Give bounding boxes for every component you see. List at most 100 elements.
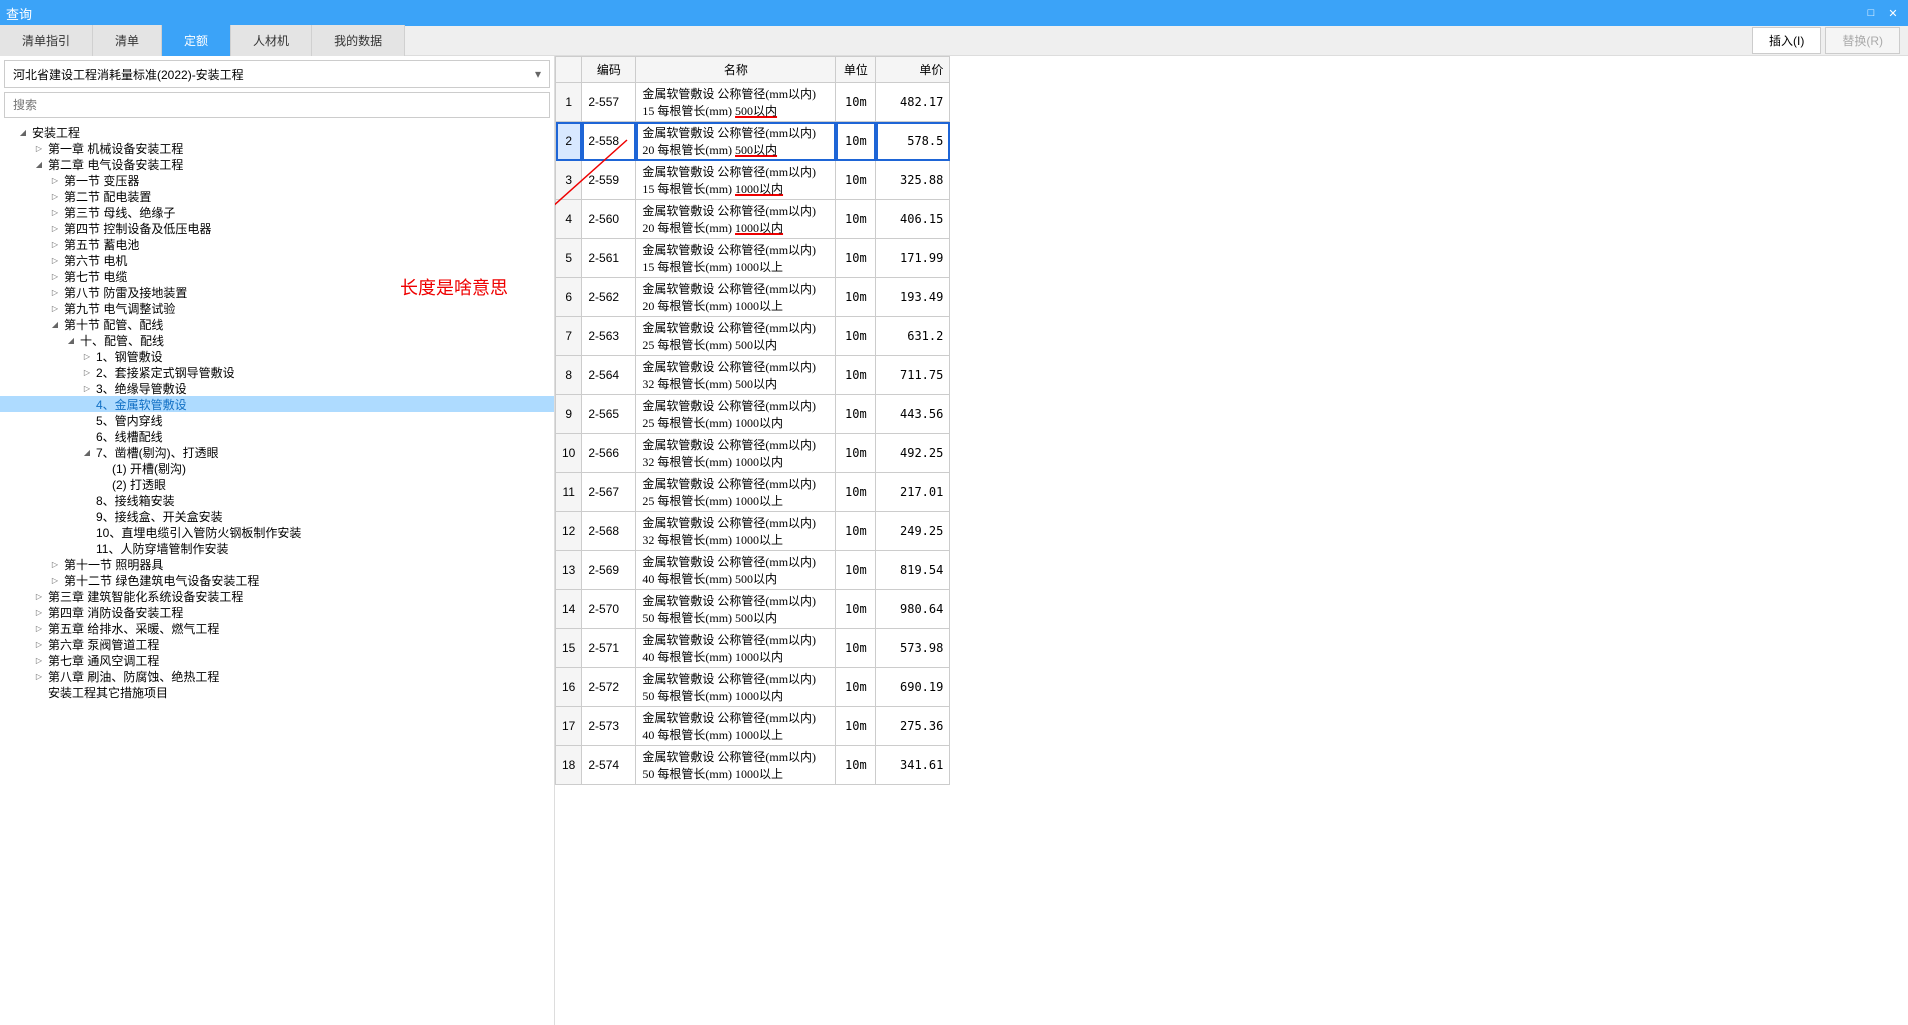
tree-item[interactable]: ▷第四节 控制设备及低压电器 xyxy=(0,220,554,236)
expand-icon[interactable]: ▷ xyxy=(50,287,60,297)
tree-item[interactable]: ▷第三章 建筑智能化系统设备安装工程 xyxy=(0,588,554,604)
expand-icon[interactable]: ▷ xyxy=(82,383,92,393)
tree-item[interactable]: ▷第三节 母线、绝缘子 xyxy=(0,204,554,220)
tree-item[interactable]: ◢第十节 配管、配线 xyxy=(0,316,554,332)
tab-我的数据[interactable]: 我的数据 xyxy=(312,25,405,56)
table-row[interactable]: 172-573金属软管敷设 公称管径(mm以内) 40 每根管长(mm) 100… xyxy=(556,707,950,746)
tree-item[interactable]: ▷第二节 配电装置 xyxy=(0,188,554,204)
table-row[interactable]: 102-566金属软管敷设 公称管径(mm以内) 32 每根管长(mm) 100… xyxy=(556,434,950,473)
collapse-icon[interactable]: ◢ xyxy=(18,127,28,137)
header-code[interactable]: 编码 xyxy=(582,57,636,83)
table-row[interactable]: 182-574金属软管敷设 公称管径(mm以内) 50 每根管长(mm) 100… xyxy=(556,746,950,785)
expand-icon[interactable]: ▷ xyxy=(50,175,60,185)
expand-icon[interactable]: ▷ xyxy=(50,575,60,585)
tree-item[interactable]: ◢第二章 电气设备安装工程 xyxy=(0,156,554,172)
insert-button[interactable]: 插入(I) xyxy=(1752,27,1821,54)
tab-清单指引[interactable]: 清单指引 xyxy=(0,25,93,56)
tree-item[interactable]: ▷3、绝缘导管敷设 xyxy=(0,380,554,396)
table-row[interactable]: 122-568金属软管敷设 公称管径(mm以内) 32 每根管长(mm) 100… xyxy=(556,512,950,551)
table-row[interactable]: 22-558金属软管敷设 公称管径(mm以内) 20 每根管长(mm) 500以… xyxy=(556,122,950,161)
header-price[interactable]: 单价 xyxy=(876,57,950,83)
tree-item[interactable]: ▷第五章 给排水、采暖、燃气工程 xyxy=(0,620,554,636)
expand-icon[interactable]: ▷ xyxy=(50,191,60,201)
expand-icon[interactable]: ▷ xyxy=(34,639,44,649)
collapse-icon[interactable]: ◢ xyxy=(82,447,92,457)
tree-item[interactable]: ▷第九节 电气调整试验 xyxy=(0,300,554,316)
expand-icon[interactable]: ▷ xyxy=(34,623,44,633)
tree-item[interactable]: ▷第六节 电机 xyxy=(0,252,554,268)
maximize-icon[interactable]: □ xyxy=(1862,4,1880,22)
expand-icon[interactable]: ▷ xyxy=(82,367,92,377)
expand-icon[interactable]: ▷ xyxy=(34,671,44,681)
tree-item[interactable]: ▷第八章 刷油、防腐蚀、绝热工程 xyxy=(0,668,554,684)
tree-item[interactable]: 8、接线箱安装 xyxy=(0,492,554,508)
expand-icon[interactable]: ▷ xyxy=(34,591,44,601)
tree-item[interactable]: ▷第十一节 照明器具 xyxy=(0,556,554,572)
collapse-icon[interactable]: ◢ xyxy=(34,159,44,169)
tree-item[interactable]: ▷第一章 机械设备安装工程 xyxy=(0,140,554,156)
table-row[interactable]: 92-565金属软管敷设 公称管径(mm以内) 25 每根管长(mm) 1000… xyxy=(556,395,950,434)
tree-item[interactable]: ▷第六章 泵阀管道工程 xyxy=(0,636,554,652)
tab-清单[interactable]: 清单 xyxy=(93,25,162,56)
tree-item[interactable]: ▷第五节 蓄电池 xyxy=(0,236,554,252)
table-row[interactable]: 152-571金属软管敷设 公称管径(mm以内) 40 每根管长(mm) 100… xyxy=(556,629,950,668)
expand-icon[interactable]: ▷ xyxy=(50,239,60,249)
standard-dropdown[interactable]: 河北省建设工程消耗量标准(2022)-安装工程 xyxy=(4,60,550,88)
header-unit[interactable]: 单位 xyxy=(836,57,876,83)
cell-index: 11 xyxy=(556,473,582,512)
table-row[interactable]: 112-567金属软管敷设 公称管径(mm以内) 25 每根管长(mm) 100… xyxy=(556,473,950,512)
tree-item[interactable]: (1) 开槽(剔沟) xyxy=(0,460,554,476)
expand-icon[interactable]: ▷ xyxy=(50,271,60,281)
table-row[interactable]: 72-563金属软管敷设 公称管径(mm以内) 25 每根管长(mm) 500以… xyxy=(556,317,950,356)
cell-price: 171.99 xyxy=(876,239,950,278)
table-row[interactable]: 52-561金属软管敷设 公称管径(mm以内) 15 每根管长(mm) 1000… xyxy=(556,239,950,278)
cell-price: 980.64 xyxy=(876,590,950,629)
tree-item[interactable]: ▷第八节 防雷及接地装置 xyxy=(0,284,554,300)
table-row[interactable]: 82-564金属软管敷设 公称管径(mm以内) 32 每根管长(mm) 500以… xyxy=(556,356,950,395)
tree-item[interactable]: ▷第七节 电缆 xyxy=(0,268,554,284)
header-name[interactable]: 名称 xyxy=(636,57,836,83)
tree-item[interactable]: ◢安装工程 xyxy=(0,124,554,140)
expand-icon[interactable]: ▷ xyxy=(50,255,60,265)
close-icon[interactable]: ✕ xyxy=(1884,4,1902,22)
expand-icon[interactable]: ▷ xyxy=(34,143,44,153)
expand-icon[interactable]: ▷ xyxy=(34,607,44,617)
tree-item[interactable]: (2) 打透眼 xyxy=(0,476,554,492)
tree-item[interactable]: 安装工程其它措施项目 xyxy=(0,684,554,700)
tree-item[interactable]: ▷第四章 消防设备安装工程 xyxy=(0,604,554,620)
expand-icon[interactable]: ▷ xyxy=(50,207,60,217)
tree-item[interactable]: ◢十、配管、配线 xyxy=(0,332,554,348)
expand-icon[interactable]: ▷ xyxy=(34,655,44,665)
collapse-icon[interactable]: ◢ xyxy=(66,335,76,345)
expand-icon[interactable]: ▷ xyxy=(82,351,92,361)
table-row[interactable]: 32-559金属软管敷设 公称管径(mm以内) 15 每根管长(mm) 1000… xyxy=(556,161,950,200)
table-row[interactable]: 42-560金属软管敷设 公称管径(mm以内) 20 每根管长(mm) 1000… xyxy=(556,200,950,239)
tree-item[interactable]: 5、管内穿线 xyxy=(0,412,554,428)
collapse-icon[interactable]: ◢ xyxy=(50,319,60,329)
tree-item[interactable]: ▷2、套接紧定式钢导管敷设 xyxy=(0,364,554,380)
table-row[interactable]: 132-569金属软管敷设 公称管径(mm以内) 40 每根管长(mm) 500… xyxy=(556,551,950,590)
tree-item[interactable]: 10、直埋电缆引入管防火钢板制作安装 xyxy=(0,524,554,540)
expand-icon[interactable]: ▷ xyxy=(50,303,60,313)
header-index xyxy=(556,57,582,83)
tree-item[interactable]: 6、线槽配线 xyxy=(0,428,554,444)
tree-item[interactable]: 9、接线盒、开关盒安装 xyxy=(0,508,554,524)
expand-icon[interactable]: ▷ xyxy=(50,559,60,569)
search-input[interactable] xyxy=(13,93,541,117)
tree-item[interactable]: ▷第十二节 绿色建筑电气设备安装工程 xyxy=(0,572,554,588)
tab-人材机[interactable]: 人材机 xyxy=(231,25,312,56)
tree-item[interactable]: 11、人防穿墙管制作安装 xyxy=(0,540,554,556)
tree-item[interactable]: ▷第一节 变压器 xyxy=(0,172,554,188)
tree-item[interactable]: 4、金属软管敷设 xyxy=(0,396,554,412)
tree-item[interactable]: ◢7、凿槽(剔沟)、打透眼 xyxy=(0,444,554,460)
tree-item[interactable]: ▷1、钢管敷设 xyxy=(0,348,554,364)
cell-index: 9 xyxy=(556,395,582,434)
expand-icon[interactable]: ▷ xyxy=(50,223,60,233)
search-box[interactable] xyxy=(4,92,550,118)
table-row[interactable]: 162-572金属软管敷设 公称管径(mm以内) 50 每根管长(mm) 100… xyxy=(556,668,950,707)
table-row[interactable]: 62-562金属软管敷设 公称管径(mm以内) 20 每根管长(mm) 1000… xyxy=(556,278,950,317)
tab-定额[interactable]: 定额 xyxy=(162,25,231,56)
table-row[interactable]: 12-557金属软管敷设 公称管径(mm以内) 15 每根管长(mm) 500以… xyxy=(556,83,950,122)
table-row[interactable]: 142-570金属软管敷设 公称管径(mm以内) 50 每根管长(mm) 500… xyxy=(556,590,950,629)
tree-item[interactable]: ▷第七章 通风空调工程 xyxy=(0,652,554,668)
